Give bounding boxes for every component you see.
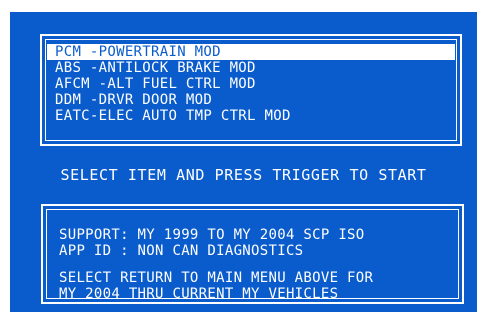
app-id-text: APP ID : NON CAN DIAGNOSTICS bbox=[59, 243, 304, 259]
instruction-prompt: SELECT ITEM AND PRESS TRIGGER TO START bbox=[60, 166, 427, 184]
menu-item-eatc[interactable]: EATC-ELEC AUTO TMP CTRL MOD bbox=[47, 108, 455, 124]
module-list: PCM -POWERTRAIN MOD ABS -ANTILOCK BRAKE … bbox=[47, 44, 455, 124]
menu-item-pcm[interactable]: PCM -POWERTRAIN MOD bbox=[47, 44, 455, 60]
menu-item-abs[interactable]: ABS -ANTILOCK BRAKE MOD bbox=[47, 60, 455, 76]
note-line-1: SELECT RETURN TO MAIN MENU ABOVE FOR bbox=[59, 270, 374, 286]
info-panel: SUPPORT: MY 1999 TO MY 2004 SCP ISO APP … bbox=[41, 204, 464, 304]
menu-item-ddm[interactable]: DDM -DRVR DOOR MOD bbox=[47, 92, 455, 108]
note-line-2: MY 2004 THRU CURRENT MY VEHICLES bbox=[59, 286, 339, 302]
support-text: SUPPORT: MY 1999 TO MY 2004 SCP ISO bbox=[59, 227, 365, 243]
diagnostic-screen: PCM -POWERTRAIN MOD ABS -ANTILOCK BRAKE … bbox=[10, 12, 477, 312]
module-menu: PCM -POWERTRAIN MOD ABS -ANTILOCK BRAKE … bbox=[40, 34, 462, 146]
menu-item-afcm[interactable]: AFCM -ALT FUEL CTRL MOD bbox=[47, 76, 455, 92]
